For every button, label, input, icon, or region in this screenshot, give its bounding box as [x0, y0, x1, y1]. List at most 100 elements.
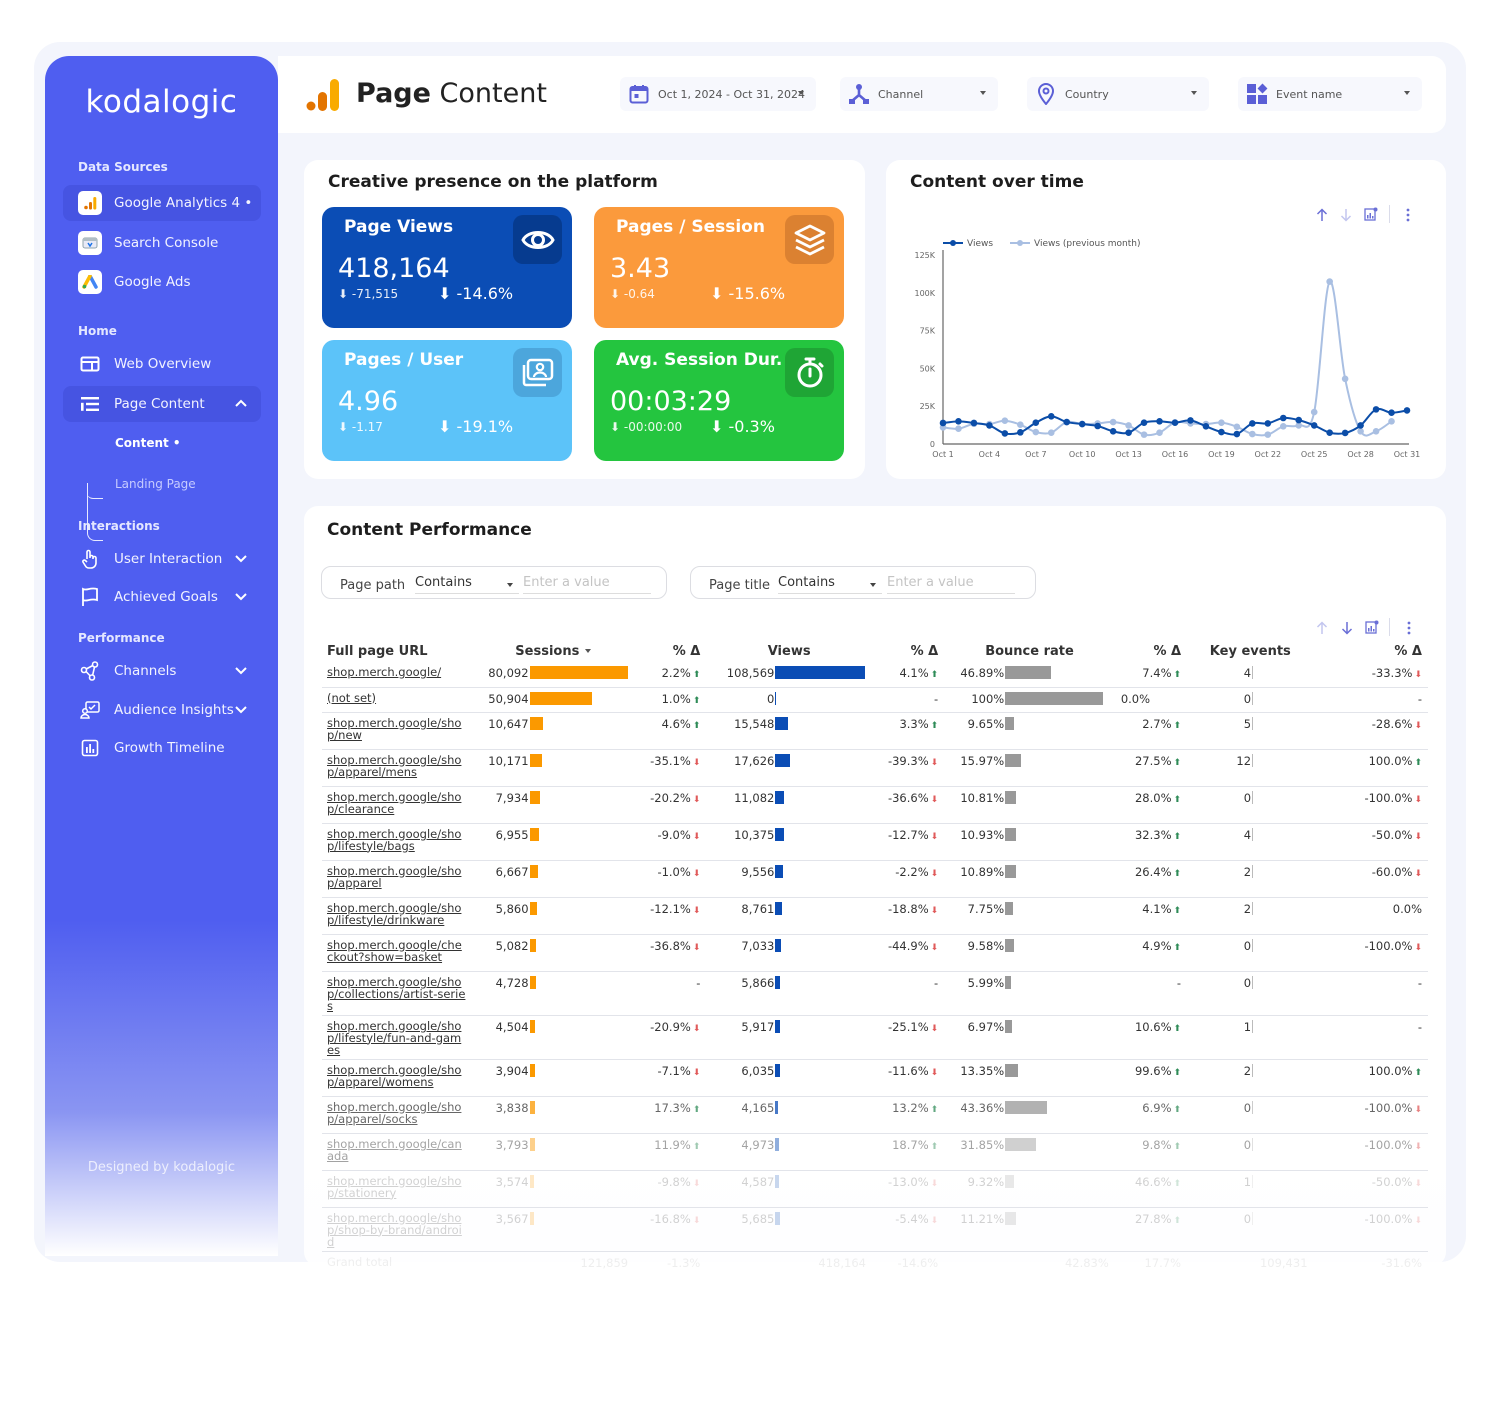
- dropdown-caret-icon: [798, 91, 804, 95]
- page-url-link[interactable]: shop.merch.google/: [327, 665, 441, 679]
- cell-bar: [775, 691, 777, 705]
- sidebar-item-achieved-goals[interactable]: Achieved Goals: [63, 579, 261, 615]
- trend-down-icon: ⬇: [1414, 720, 1422, 731]
- cell-key-events: 2: [1187, 1059, 1314, 1097]
- cell-key-events-delta: -60.0% ⬇: [1313, 860, 1428, 898]
- chevron-up-icon[interactable]: [233, 395, 249, 411]
- page-url-link[interactable]: shop.merch.google/shop/apparel: [327, 864, 461, 890]
- cell-key-events: 0: [1187, 1096, 1314, 1134]
- cell-bar: [1252, 753, 1254, 767]
- page-url-link[interactable]: shop.merch.google/shop/new: [327, 716, 461, 742]
- sort-descending-icon[interactable]: [1339, 208, 1353, 222]
- cell-key-events-delta: -100.0% ⬇: [1313, 1096, 1428, 1134]
- page-url-link[interactable]: shop.merch.google/shop/lifestyle/drinkwa…: [327, 901, 461, 927]
- trend-down-icon: ⬇: [930, 905, 939, 916]
- sidebar-item-audience-insights[interactable]: Audience Insights: [63, 692, 261, 728]
- sidebar-subitem-content[interactable]: Content •: [115, 436, 181, 450]
- data-point: [1218, 428, 1225, 436]
- x-tick-label: Oct 13: [1115, 450, 1142, 459]
- data-point: [1233, 430, 1241, 438]
- chevron-down-icon[interactable]: [233, 588, 249, 604]
- page-url-link[interactable]: shop.merch.google/shop/stationery: [327, 1174, 461, 1200]
- cell-value: 3,838: [495, 1100, 529, 1115]
- page-url-link[interactable]: (not set): [327, 691, 376, 705]
- sidebar-item-search-console[interactable]: Search Console: [63, 225, 261, 261]
- y-tick-label: 50K: [920, 364, 936, 373]
- page-url-link[interactable]: shop.merch.google/shop/lifestyle/bags: [327, 827, 461, 853]
- trend-down-icon: ⬇: [692, 942, 701, 953]
- country-filter[interactable]: Country: [1027, 77, 1209, 111]
- trend-up-icon: ⬆: [692, 695, 701, 706]
- y-tick-label: 125K: [914, 251, 935, 260]
- flag-icon: [78, 585, 102, 609]
- sidebar-item-label: Page Content: [114, 396, 205, 412]
- chart-settings-icon[interactable]: [1364, 207, 1378, 221]
- page-url-link[interactable]: shop.merch.google/shop/apparel/socks: [327, 1100, 461, 1126]
- cell-bar: [529, 975, 536, 989]
- more-options-icon[interactable]: [1401, 208, 1415, 222]
- page-url-link[interactable]: shop.merch.google/shop/shop-by-brand/and…: [327, 1211, 462, 1249]
- cell-key-events-delta: -100.0% ⬇: [1313, 934, 1428, 972]
- date-range-filter[interactable]: Oct 1, 2024 - Oct 31, 2024: [620, 77, 816, 111]
- web-overview-icon: [78, 352, 102, 376]
- cell-views: 8,761: [706, 897, 872, 935]
- sidebar-subitem-landing-page[interactable]: Landing Page: [115, 477, 196, 491]
- page-url-link[interactable]: shop.merch.google/shop/clearance: [327, 790, 461, 816]
- top-header: Page Content Oct 1, 2024 - Oct 31, 2024 …: [278, 56, 1446, 133]
- cell-value: 0: [767, 691, 775, 706]
- col-header-sessions[interactable]: Sessions: [473, 640, 635, 662]
- chevron-down-icon[interactable]: [233, 550, 249, 566]
- sort-descending-icon[interactable]: [1340, 621, 1354, 635]
- cell-bounce-rate: 5.99%: [944, 971, 1115, 1016]
- cell-value: 1: [1243, 1174, 1252, 1189]
- page-url-link[interactable]: shop.merch.google/canada: [327, 1137, 462, 1163]
- page-path-value-input[interactable]: Enter a value: [523, 575, 651, 594]
- sidebar-item-page-content[interactable]: Page Content: [63, 386, 261, 422]
- sidebar-item-web-overview[interactable]: Web Overview: [63, 346, 261, 382]
- col-header-bounce-delta[interactable]: % Δ: [1115, 640, 1187, 662]
- page-title-operator-select[interactable]: Contains: [778, 575, 882, 594]
- trend-down-icon: ⬇: [1414, 868, 1422, 879]
- cell-bar: [775, 1100, 779, 1114]
- sidebar-item-google-analytics[interactable]: Google Analytics 4 •: [63, 185, 261, 221]
- x-tick-label: Oct 31: [1394, 450, 1421, 459]
- col-header-url[interactable]: Full page URL: [322, 640, 473, 662]
- sort-ascending-icon[interactable]: [1315, 621, 1329, 635]
- section-interactions: Interactions: [78, 519, 160, 533]
- sort-ascending-icon[interactable]: [1315, 208, 1329, 222]
- page-url-link[interactable]: shop.merch.google/shop/lifestyle/fun-and…: [327, 1019, 461, 1057]
- sidebar-item-channels[interactable]: Channels: [63, 653, 261, 689]
- event-name-filter[interactable]: Event name: [1238, 77, 1422, 111]
- page-url-link[interactable]: shop.merch.google/shop/apparel/mens: [327, 753, 461, 779]
- sidebar-item-google-ads[interactable]: Google Ads: [63, 264, 261, 300]
- page-url-link[interactable]: shop.merch.google/checkout?show=basket: [327, 938, 462, 964]
- sidebar-item-user-interaction[interactable]: User Interaction: [63, 541, 261, 577]
- chevron-down-icon[interactable]: [233, 662, 249, 678]
- page-url-link[interactable]: shop.merch.google/shop/apparel/womens: [327, 1063, 461, 1089]
- col-header-key-events-delta[interactable]: % Δ: [1314, 640, 1428, 662]
- cell-bar: [1252, 666, 1254, 679]
- col-header-views[interactable]: Views: [706, 640, 872, 662]
- channel-icon: [848, 83, 870, 105]
- col-header-bounce-rate[interactable]: Bounce rate: [944, 640, 1115, 662]
- sidebar-item-growth-timeline[interactable]: Growth Timeline: [63, 730, 261, 766]
- channel-filter[interactable]: Channel: [840, 77, 998, 111]
- cell-bar: [1252, 975, 1254, 989]
- col-header-views-delta[interactable]: % Δ: [872, 640, 944, 662]
- kpi-value: 418,164: [338, 253, 450, 284]
- chart-settings-icon[interactable]: [1365, 620, 1379, 634]
- cell-bar: [529, 864, 538, 878]
- chevron-down-icon[interactable]: [233, 701, 249, 717]
- data-point: [1218, 419, 1225, 426]
- page-title-value-input[interactable]: Enter a value: [887, 575, 1015, 594]
- page-url-link[interactable]: shop.merch.google/shop/collections/artis…: [327, 975, 465, 1013]
- grand-total-views-delta: -14.6%: [897, 1255, 939, 1270]
- cell-url: shop.merch.google/shop/apparel/socks: [322, 1096, 473, 1134]
- col-header-sessions-delta[interactable]: % Δ: [634, 640, 706, 662]
- more-options-icon[interactable]: [1402, 621, 1416, 635]
- analytics-logo-icon: [306, 78, 340, 116]
- cell-views-delta: -: [871, 687, 945, 713]
- sidebar-item-label: Growth Timeline: [114, 740, 225, 756]
- page-path-operator-select[interactable]: Contains: [415, 575, 519, 594]
- col-header-key-events[interactable]: Key events: [1187, 640, 1313, 662]
